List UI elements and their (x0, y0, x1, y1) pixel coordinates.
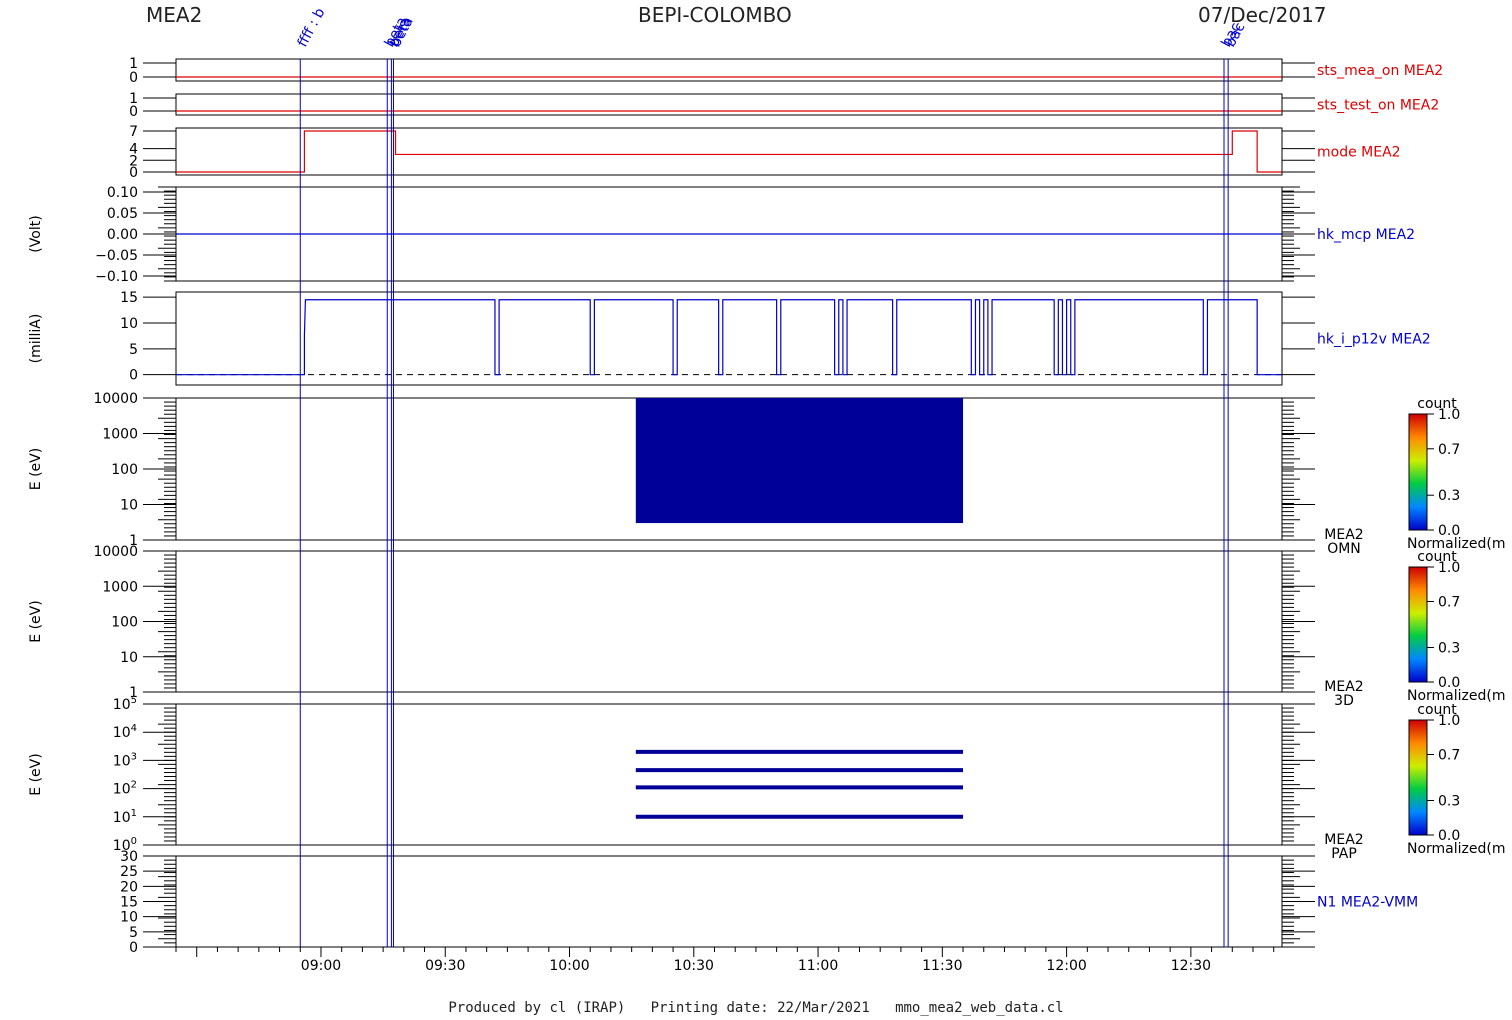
y-tick-label: 7 (129, 124, 138, 140)
y-tick-label: 10 (120, 910, 138, 926)
series-name-label: sts_mea_on MEA2 (1317, 63, 1443, 79)
event-marker-label: bac (1223, 20, 1249, 50)
panel-frame (175, 291, 1283, 386)
y-tick-label: 101 (113, 808, 137, 826)
y-tick-label: 5 (129, 342, 138, 358)
panel-hk_i_p12v: 15 10 5 0 (milliA) hk_i_p12v MEA2 (28, 290, 1431, 386)
panel-frame (175, 127, 1283, 176)
y-tick-label: 105 (113, 695, 137, 713)
y-tick-label: 30 (120, 849, 138, 865)
y-tick-label: 100 (111, 462, 138, 478)
y-tick-label: 10000 (93, 391, 138, 407)
panel-OMN: 100001000100101E (eV)MEA2OMN (28, 391, 1364, 557)
y-tick-label: 1000 (102, 579, 138, 595)
event-marker-label: beta (388, 14, 417, 49)
spectrogram-block (635, 398, 964, 524)
y-axis-label: E (eV) (28, 448, 44, 490)
x-tick-label: 09:30 (425, 958, 465, 974)
colorbar: count1.00.70.30.0Normalized(m (1407, 549, 1506, 704)
colorbar-gradient (1408, 566, 1428, 683)
colorbar-tick-label: 0.7 (1438, 748, 1460, 764)
panel-name-label: OMN (1327, 541, 1361, 557)
y-tick-label: 5 (129, 925, 138, 941)
y-tick-label: 1000 (102, 427, 138, 443)
y-axis-label: (Volt) (28, 215, 44, 252)
y-tick-label: 20 (120, 879, 138, 895)
y-tick-label: 100 (111, 615, 138, 631)
y-tick-label: 10 (120, 316, 138, 332)
series-line (176, 130, 1282, 173)
y-tick-label: −0.05 (95, 248, 138, 264)
colorbar: count1.00.70.30.0Normalized(m (1407, 702, 1506, 857)
colorbar-tick-label: 0.7 (1438, 442, 1460, 458)
y-axis-label: E (eV) (28, 600, 44, 642)
x-tick-label: 10:00 (549, 958, 589, 974)
panel-hk_mcp: 0.10 0.05 0.00 −0.05 −0.10 (Volt) hk_mcp MEA2 (28, 185, 1415, 285)
y-tick-label: 0 (129, 104, 138, 120)
panel-sts_mea_on: 10 sts_mea_on MEA2 (129, 56, 1443, 86)
x-tick-label: 12:00 (1046, 958, 1086, 974)
colorbar-subtitle: Normalized(m (1407, 841, 1506, 857)
colorbar-tick-label: 0.3 (1438, 488, 1460, 504)
x-tick-label: 11:00 (798, 958, 838, 974)
series-name-label: hk_mcp MEA2 (1317, 227, 1415, 243)
y-tick-label: −0.10 (95, 269, 138, 285)
panel-frame (175, 58, 1283, 82)
y-axis-label: E (eV) (28, 753, 44, 795)
colorbar-gradient (1408, 719, 1428, 836)
y-tick-label: 0 (129, 165, 138, 181)
y-tick-label: 0 (129, 70, 138, 86)
event-marker-label: ffff : b (295, 5, 329, 50)
colorbar-tick-label: 1.0 (1438, 560, 1460, 576)
series-name-label: hk_i_p12v MEA2 (1317, 332, 1431, 348)
x-tick-label: 11:30 (922, 958, 962, 974)
x-tick-label: 09:00 (301, 958, 341, 974)
x-tick-label: 12:30 (1171, 958, 1211, 974)
panel-frame (175, 93, 1283, 116)
y-tick-label: 10 (120, 498, 138, 514)
y-tick-label: 10000 (93, 544, 138, 560)
y-tick-label: 102 (113, 780, 137, 798)
y-tick-label: 104 (113, 723, 137, 741)
y-tick-label: 15 (120, 895, 138, 911)
y-tick-label: 103 (113, 751, 137, 769)
y-tick-label: 0.00 (107, 227, 138, 243)
colorbar-tick-label: 1.0 (1438, 713, 1460, 729)
y-tick-label: 0 (129, 940, 138, 956)
y-tick-label: 0.10 (107, 185, 138, 201)
y-tick-label: 10 (120, 650, 138, 666)
panel-sts_test_on: 10 sts_test_on MEA2 (129, 91, 1439, 120)
colorbar-tick-label: 0.7 (1438, 595, 1460, 611)
panel-3D: 100001000100101E (eV)MEA23D (28, 544, 1364, 709)
y-axis-label: (milliA) (28, 314, 44, 364)
colorbar: count1.00.70.30.0Normalized(m (1407, 396, 1506, 552)
footer-credit: Produced by cl (IRAP) Printing date: 22/… (448, 1000, 1064, 1016)
series-name-label: sts_test_on MEA2 (1317, 98, 1439, 114)
series-name-label: mode MEA2 (1317, 145, 1401, 161)
colorbar-tick-label: 0.3 (1438, 641, 1460, 657)
series-line (176, 299, 1282, 376)
multi-panel-plot: 10 sts_mea_on MEA210 sts_test_on MEA27420m… (28, 5, 1506, 974)
panel-PAP: 105104103102101100E (eV)MEA2PAP (28, 695, 1364, 862)
colorbar-tick-label: 0.3 (1438, 794, 1460, 810)
panel-name-label: PAP (1331, 846, 1357, 862)
panel-name-label: 3D (1334, 693, 1354, 709)
y-tick-label: 25 (120, 864, 138, 880)
colorbar-tick-label: 1.0 (1438, 407, 1460, 423)
x-tick-label: 10:30 (674, 958, 714, 974)
y-tick-label: 0 (129, 368, 138, 384)
y-tick-label: 15 (120, 290, 138, 306)
panel-mode: 7420mode MEA2 (129, 124, 1400, 181)
colorbar-gradient (1408, 413, 1428, 531)
series-name-label: N1 MEA2-VMM (1317, 895, 1418, 911)
y-tick-label: 0.05 (107, 206, 138, 222)
